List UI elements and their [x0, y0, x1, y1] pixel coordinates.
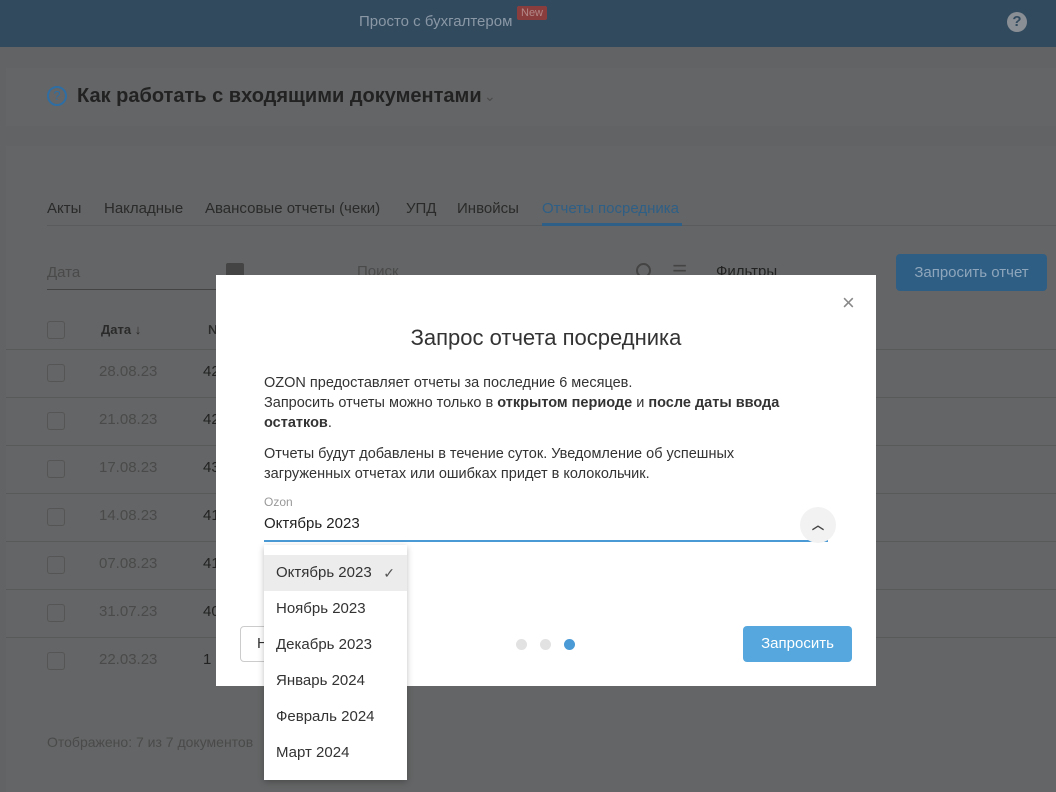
select-underline [264, 540, 828, 542]
select-all-checkbox[interactable] [47, 321, 65, 339]
month-dropdown: Октябрь 2023 ✓ Ноябрь 2023 Декабрь 2023 Янва… [264, 545, 407, 780]
row-date: 28.08.23 [99, 363, 158, 380]
tab-acts[interactable]: Акты [47, 200, 81, 217]
option-label: Октябрь 2023 [276, 564, 372, 581]
step-dot-active [564, 639, 575, 650]
modal-title: Запрос отчета посредника [410, 325, 682, 350]
row-date: 17.08.23 [99, 459, 158, 476]
modal-info-text: OZON предоставляет отчеты за последние 6… [264, 373, 834, 433]
option-label: Февраль 2024 [276, 708, 375, 725]
help-icon[interactable]: ? [1007, 12, 1027, 32]
row-checkbox[interactable] [47, 412, 65, 430]
tab-invoices[interactable]: Инвойсы [457, 200, 519, 217]
info-line-1: OZON предоставляет отчеты за последние 6… [264, 375, 633, 391]
date-input[interactable]: Дата [47, 264, 80, 281]
date-underline [47, 289, 217, 290]
bold-open-period: открытом периоде [497, 395, 633, 411]
active-tab-indicator [542, 223, 682, 226]
close-icon[interactable]: × [842, 290, 855, 316]
info-and: и [632, 395, 649, 411]
tab-advance-reports[interactable]: Авансовые отчеты (чеки) [205, 200, 380, 217]
row-checkbox[interactable] [47, 364, 65, 382]
brand-link[interactable]: Просто с бухгалтером [359, 13, 512, 30]
row-date: 22.03.23 [99, 651, 158, 668]
documents-count: Отображено: 7 из 7 документов [47, 734, 254, 750]
month-option[interactable]: Ноябрь 2023 [264, 591, 407, 627]
row-number: 1 [203, 651, 212, 668]
column-header-date[interactable]: Дата ↓ [101, 322, 141, 337]
row-date: 31.07.23 [99, 603, 158, 620]
month-option[interactable]: Февраль 2024 [264, 699, 407, 735]
chevron-down-icon[interactable]: ⌄ [484, 88, 496, 105]
info-dot: . [327, 415, 332, 431]
month-option[interactable]: Январь 2024 [264, 663, 407, 699]
row-checkbox[interactable] [47, 556, 65, 574]
ozon-field-label: Ozon [264, 495, 293, 509]
row-date: 14.08.23 [99, 507, 158, 524]
row-checkbox[interactable] [47, 508, 65, 526]
month-option[interactable]: Март 2024 [264, 735, 407, 771]
option-label: Ноябрь 2023 [276, 600, 366, 617]
row-date: 07.08.23 [99, 555, 158, 572]
submit-request-button[interactable]: Запросить [743, 626, 852, 662]
request-report-button[interactable]: Запросить отчет [896, 254, 1047, 291]
row-checkbox[interactable] [47, 652, 65, 670]
month-select[interactable]: Октябрь 2023 [264, 515, 360, 532]
chevron-up-icon[interactable]: ︿ [800, 507, 836, 543]
row-checkbox[interactable] [47, 460, 65, 478]
tab-agent-reports[interactable]: Отчеты посредника [542, 200, 679, 217]
tab-upd[interactable]: УПД [406, 200, 436, 217]
month-option[interactable]: Декабрь 2023 [264, 627, 407, 663]
month-option[interactable]: Октябрь 2023 ✓ [264, 555, 407, 591]
tab-waybills[interactable]: Накладные [104, 200, 183, 217]
hint-title[interactable]: Как работать с входящими документами [77, 85, 482, 108]
check-icon: ✓ [383, 565, 395, 581]
modal-notice-text: Отчеты будут добавлены в течение суток. … [264, 446, 735, 482]
row-checkbox[interactable] [47, 604, 65, 622]
step-dot [516, 639, 527, 650]
option-label: Январь 2024 [276, 672, 365, 689]
question-icon: ? [47, 86, 67, 106]
step-dot [540, 639, 551, 650]
option-label: Март 2024 [276, 744, 350, 761]
option-label: Декабрь 2023 [276, 636, 373, 653]
new-badge: New [517, 6, 548, 20]
info-line-2: Запросить отчеты можно только в [264, 395, 498, 411]
row-date: 21.08.23 [99, 411, 158, 428]
